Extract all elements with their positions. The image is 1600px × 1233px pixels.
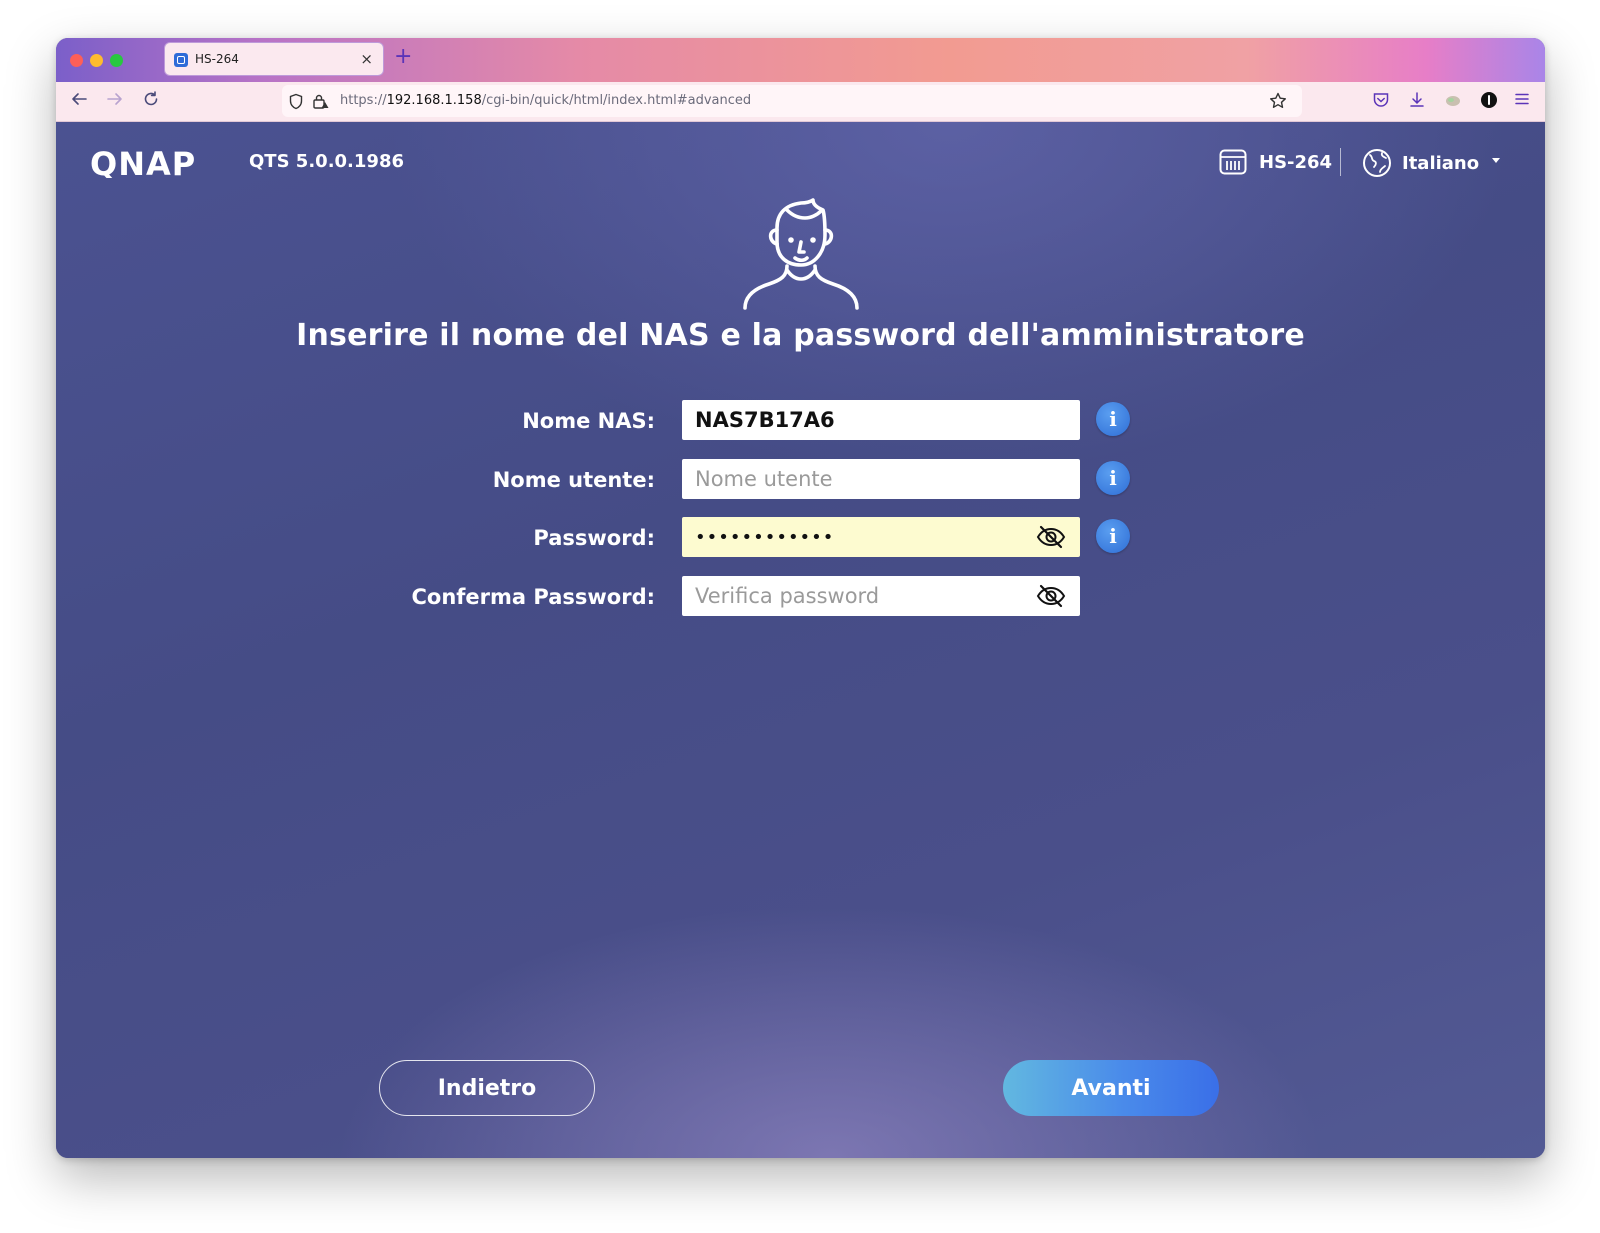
username-label: Nome utente:: [492, 468, 655, 492]
nas-name-input[interactable]: [682, 400, 1080, 440]
header-divider: [1340, 148, 1341, 176]
username-input[interactable]: [682, 459, 1080, 499]
username-info-icon[interactable]: i: [1096, 461, 1130, 495]
confirm-password-label: Conferma Password:: [411, 585, 656, 609]
nas-device-icon: [1219, 149, 1247, 179]
setup-page: QNAP QTS 5.0.0.1986 HS-264 Italiano Inse…: [56, 122, 1545, 1158]
password-label: Password:: [533, 526, 655, 550]
browser-titlebar: HS-264 × +: [56, 38, 1545, 82]
shield-icon[interactable]: [288, 93, 304, 114]
tab-title: HS-264: [195, 52, 239, 66]
logo-text: QNAP: [90, 148, 196, 178]
qnap-favicon-icon: [174, 53, 188, 67]
browser-tab[interactable]: HS-264 ×: [164, 42, 384, 76]
next-button[interactable]: Avanti: [1003, 1060, 1219, 1116]
confirm-password-input[interactable]: [682, 576, 1080, 616]
chevron-down-icon[interactable]: [1492, 158, 1500, 163]
nas-name-label: Nome NAS:: [522, 409, 655, 433]
back-arrow-icon[interactable]: [70, 90, 88, 114]
url-host: 192.168.1.158: [386, 93, 482, 108]
forward-arrow-icon[interactable]: [106, 90, 124, 114]
reload-icon[interactable]: [142, 90, 160, 114]
lock-warning-icon[interactable]: [312, 93, 330, 114]
zoom-window-button[interactable]: [110, 54, 123, 67]
password-manager-icon[interactable]: [1480, 91, 1498, 113]
menu-icon[interactable]: [1514, 91, 1530, 111]
browser-window: HS-264 × + https://192.168.1.158/cgi-bin…: [56, 38, 1545, 1158]
browser-toolbar: https://192.168.1.158/cgi-bin/quick/html…: [56, 82, 1545, 122]
pocket-icon[interactable]: [1372, 91, 1390, 113]
close-window-button[interactable]: [70, 54, 83, 67]
minimize-window-button[interactable]: [90, 54, 103, 67]
qts-version: QTS 5.0.0.1986: [249, 151, 404, 172]
bookmark-star-icon[interactable]: [1268, 91, 1288, 115]
eye-off-icon[interactable]: [1036, 525, 1066, 553]
qnap-logo: QNAP: [90, 145, 234, 183]
nas-name-info-icon[interactable]: i: [1096, 402, 1130, 436]
tab-close-icon[interactable]: ×: [360, 50, 373, 68]
url-bar[interactable]: https://192.168.1.158/cgi-bin/quick/html…: [282, 85, 1302, 117]
password-input[interactable]: [682, 517, 1080, 557]
language-selector[interactable]: Italiano: [1402, 153, 1479, 174]
password-info-icon[interactable]: i: [1096, 519, 1130, 553]
download-icon[interactable]: [1408, 91, 1426, 113]
new-tab-button[interactable]: +: [394, 46, 412, 68]
device-name: HS-264: [1259, 152, 1333, 173]
url-scheme: https://: [340, 93, 387, 108]
globe-icon[interactable]: [1362, 148, 1392, 182]
eye-off-icon[interactable]: [1036, 584, 1066, 612]
back-button[interactable]: Indietro: [379, 1060, 595, 1116]
url-path: /cgi-bin/quick/html/index.html#advanced: [481, 93, 752, 108]
extension-icon[interactable]: [1444, 91, 1462, 113]
administrator-avatar-icon: [731, 198, 871, 314]
page-title: Inserire il nome del NAS e la password d…: [296, 318, 1305, 353]
url-text[interactable]: https://192.168.1.158/cgi-bin/quick/html…: [340, 93, 751, 108]
